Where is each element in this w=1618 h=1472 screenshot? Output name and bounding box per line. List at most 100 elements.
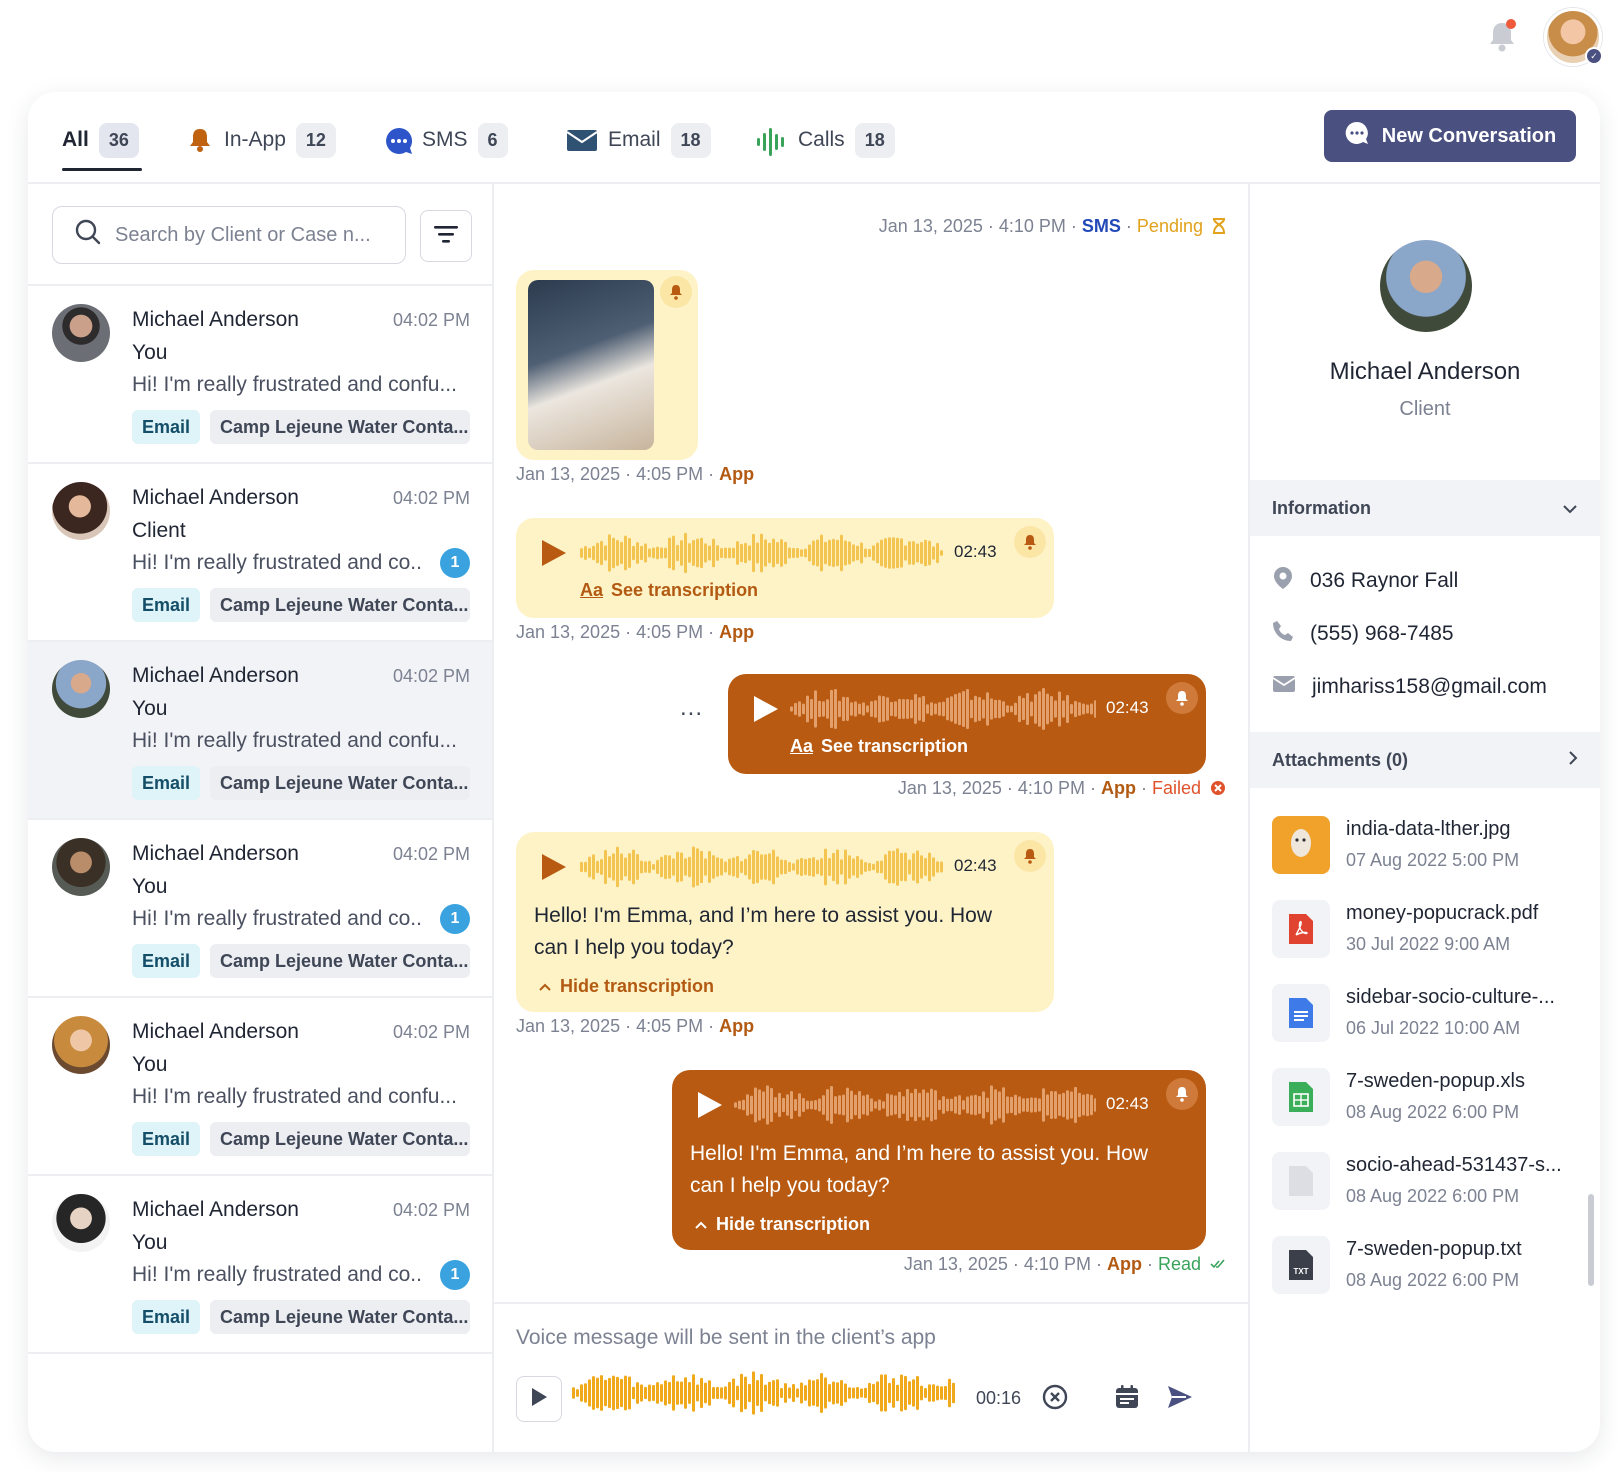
preview-play-button[interactable] bbox=[516, 1376, 562, 1422]
recording-waveform[interactable] bbox=[572, 1370, 956, 1416]
tab-all[interactable]: All 36 bbox=[62, 118, 139, 162]
image-message[interactable] bbox=[516, 270, 698, 460]
waveform-bar bbox=[1086, 704, 1089, 714]
conversation-item[interactable]: Michael Anderson 04:02 PM You Hi! I'm re… bbox=[28, 998, 492, 1176]
waveform-bar bbox=[910, 1092, 913, 1118]
user-avatar[interactable]: ✓ bbox=[1544, 8, 1603, 66]
attachment-item[interactable]: money-popucrack.pdf 30 Jul 2022 9:00 AM bbox=[1272, 900, 1582, 964]
waveform-bar bbox=[876, 1381, 879, 1405]
tab-sms-label: SMS bbox=[422, 128, 468, 151]
attachment-item[interactable]: socio-ahead-531437-s... 08 Aug 2022 6:00… bbox=[1272, 1152, 1582, 1216]
schedule-button[interactable] bbox=[1114, 1384, 1140, 1415]
see-transcription-link[interactable]: Aa See transcription bbox=[790, 736, 968, 757]
more-options-icon[interactable]: ... bbox=[680, 694, 703, 722]
audio-waveform[interactable] bbox=[580, 846, 944, 888]
channel-tag: Email bbox=[132, 1300, 201, 1334]
conversation-name: Michael Anderson bbox=[132, 486, 299, 509]
hide-transcription-link[interactable]: Hide transcription bbox=[538, 976, 714, 997]
waveform-bar bbox=[840, 1379, 843, 1407]
waveform-bar bbox=[812, 540, 815, 566]
waveform-bar bbox=[688, 1382, 691, 1404]
message-meta: Jan 13, 2025 · 4:05 PM · App bbox=[516, 464, 754, 485]
meta-date: Jan 13, 2025 · 4:05 PM bbox=[516, 464, 704, 484]
waveform-bar bbox=[886, 697, 889, 721]
phone-row: (555) 968-7485 bbox=[1272, 620, 1454, 648]
waveform-bar bbox=[752, 533, 755, 573]
notifications-bell-icon[interactable] bbox=[1484, 18, 1520, 54]
recording-duration: 00:16 bbox=[976, 1388, 1022, 1408]
waveform-bar bbox=[1002, 701, 1005, 717]
meta-separator: · bbox=[1065, 216, 1082, 236]
tab-email[interactable]: Email 18 bbox=[566, 118, 711, 162]
waveform-bar bbox=[692, 540, 695, 566]
attachment-name: sidebar-socio-culture-... bbox=[1346, 986, 1555, 1008]
waveform-bar bbox=[826, 1089, 829, 1121]
waveform-bar bbox=[684, 1377, 687, 1409]
discard-recording-button[interactable] bbox=[1042, 1384, 1068, 1415]
tab-calls[interactable]: Calls 18 bbox=[756, 118, 895, 162]
play-icon[interactable] bbox=[540, 852, 568, 887]
waveform-bar bbox=[734, 1102, 737, 1108]
attachment-item[interactable]: 7-sweden-popup.xls 08 Aug 2022 6:00 PM bbox=[1272, 1068, 1582, 1132]
new-conversation-button[interactable]: New Conversation bbox=[1324, 110, 1576, 162]
waveform-bar bbox=[688, 543, 691, 563]
waveform-bar bbox=[652, 1384, 655, 1402]
audio-waveform[interactable] bbox=[734, 1084, 1096, 1126]
waveform-bar bbox=[1058, 691, 1061, 727]
waveform-bar bbox=[712, 1386, 715, 1400]
conversation-item[interactable]: Michael Anderson 04:02 PM Client Hi! I'm… bbox=[28, 464, 492, 642]
information-section-toggle[interactable]: Information bbox=[1250, 480, 1600, 536]
play-icon[interactable] bbox=[540, 538, 568, 573]
attachment-item[interactable]: sidebar-socio-culture-... 06 Jul 2022 10… bbox=[1272, 984, 1582, 1048]
tab-in-app[interactable]: In-App 12 bbox=[186, 118, 336, 162]
case-tag: Camp Lejeune Water Conta... bbox=[210, 588, 470, 622]
meta-status: Pending bbox=[1136, 216, 1203, 236]
waveform-bar bbox=[944, 1385, 947, 1401]
audio-waveform[interactable] bbox=[790, 688, 1096, 730]
search-input[interactable]: Search by Client or Case n... bbox=[52, 206, 406, 264]
waveform-bar bbox=[942, 701, 945, 717]
conversation-item[interactable]: Michael Anderson 04:02 PM You Hi! I'm re… bbox=[28, 820, 492, 998]
attachment-item[interactable]: india-data-lther.jpg 07 Aug 2022 5:00 PM bbox=[1272, 816, 1582, 880]
waveform-bar bbox=[878, 1099, 881, 1111]
conversation-item[interactable]: Michael Anderson 04:02 PM You Hi! I'm re… bbox=[28, 1176, 492, 1354]
waveform-bar bbox=[916, 543, 919, 563]
client-phone[interactable]: (555) 968-7485 bbox=[1310, 622, 1454, 646]
waveform-bar bbox=[676, 851, 679, 883]
attachment-item[interactable]: TXT 7-sweden-popup.txt 08 Aug 2022 6:00 … bbox=[1272, 1236, 1582, 1300]
filter-button[interactable] bbox=[420, 210, 472, 262]
waveform-bar bbox=[924, 539, 927, 567]
voice-message: 02:43 Hello! I'm Emma, and I’m here to a… bbox=[672, 1070, 1206, 1250]
tab-sms[interactable]: SMS 6 bbox=[384, 118, 508, 162]
play-icon[interactable] bbox=[752, 694, 780, 729]
client-email[interactable]: jimhariss158@gmail.com bbox=[1312, 675, 1547, 699]
waveform-bar bbox=[800, 1382, 803, 1404]
attached-photo[interactable] bbox=[528, 280, 654, 450]
waveform-bar bbox=[820, 534, 823, 572]
attachments-title: Attachments (0) bbox=[1272, 749, 1409, 770]
waveform-bar bbox=[640, 860, 643, 874]
waveform-bar bbox=[644, 1386, 647, 1400]
see-transcription-link[interactable]: Aa See transcription bbox=[580, 580, 758, 601]
waveform-bar bbox=[974, 695, 977, 723]
conversation-item[interactable]: Michael Anderson 04:02 PM You Hi! I'm re… bbox=[28, 286, 492, 464]
waveform-bar bbox=[986, 692, 989, 726]
play-icon[interactable] bbox=[696, 1090, 724, 1125]
audio-waveform[interactable] bbox=[580, 532, 944, 574]
waveform-bar bbox=[1010, 1096, 1013, 1114]
conversation-item[interactable]: Michael Anderson 04:02 PM You Hi! I'm re… bbox=[28, 642, 492, 820]
waveform-bar bbox=[936, 542, 939, 564]
attachments-section-toggle[interactable]: Attachments (0) bbox=[1250, 732, 1600, 788]
waveform-bar bbox=[588, 1379, 591, 1407]
attachment-name: india-data-lther.jpg bbox=[1346, 818, 1511, 840]
waveform-bar bbox=[748, 1383, 751, 1403]
hide-transcription-link[interactable]: Hide transcription bbox=[694, 1214, 870, 1235]
waveform-bar bbox=[912, 541, 915, 565]
attachments-scrollbar[interactable] bbox=[1588, 1194, 1594, 1286]
send-button[interactable] bbox=[1166, 1384, 1194, 1415]
waveform-bar bbox=[708, 545, 711, 561]
waveform-bar bbox=[818, 700, 821, 718]
soundwave-icon bbox=[756, 126, 788, 156]
conversation-sender: You bbox=[132, 875, 168, 898]
waveform-bar bbox=[834, 1096, 837, 1114]
